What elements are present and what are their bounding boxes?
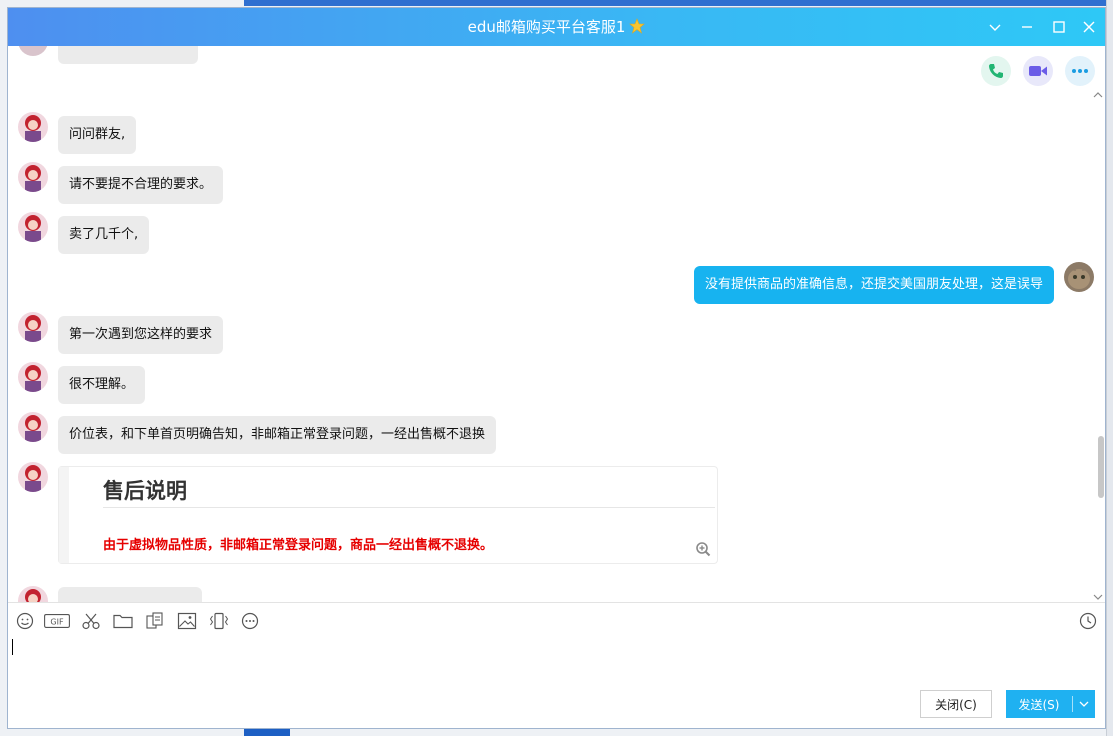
user-avatar[interactable] bbox=[1064, 262, 1094, 292]
chat-window: edu邮箱购买平台客服1 问问群友, 请不要提不合理的要求。 卖了几千个, 没有… bbox=[7, 7, 1106, 729]
gif-label: GIF bbox=[50, 618, 64, 627]
folder-icon bbox=[113, 614, 133, 629]
message-bubble[interactable]: 请不要提不合理的要求。 bbox=[58, 166, 224, 204]
partial-bubble-top bbox=[58, 46, 198, 64]
file-button[interactable] bbox=[112, 611, 134, 631]
message-bubble[interactable]: 价位表，和下单首页明确告知，非邮箱正常登录问题，一经出售概不退换 bbox=[58, 416, 497, 454]
shake-button[interactable] bbox=[208, 611, 230, 631]
card-divider bbox=[103, 507, 715, 508]
zoom-in-icon[interactable] bbox=[695, 541, 711, 557]
emoji-button[interactable] bbox=[16, 611, 34, 631]
video-call-button[interactable] bbox=[1023, 56, 1053, 86]
partial-bubble-bottom bbox=[58, 587, 202, 602]
more-tools-button[interactable] bbox=[240, 611, 260, 631]
agent-avatar[interactable] bbox=[18, 162, 48, 192]
card-left-bar bbox=[59, 467, 69, 563]
message-bubble[interactable]: 很不理解。 bbox=[58, 366, 146, 404]
send-options-dropdown[interactable] bbox=[1073, 700, 1095, 708]
background-window-button bbox=[244, 728, 290, 736]
text-input-caret[interactable] bbox=[12, 639, 13, 655]
call-actions bbox=[981, 56, 1095, 86]
shake-icon bbox=[209, 612, 229, 630]
agent-avatar[interactable] bbox=[18, 462, 48, 492]
voice-call-button[interactable] bbox=[981, 56, 1011, 86]
doc-icon bbox=[146, 612, 163, 629]
send-button[interactable]: 发送(S) bbox=[1006, 690, 1095, 718]
chevron-down-icon[interactable] bbox=[984, 16, 1006, 38]
message-list[interactable]: 问问群友, 请不要提不合理的要求。 卖了几千个, 没有提供商品的准确信息，还提交… bbox=[8, 46, 1105, 602]
agent-avatar[interactable] bbox=[18, 362, 48, 392]
phone-icon bbox=[989, 64, 1003, 78]
card-body: 由于虚拟物品性质，非邮箱正常登录问题，商品一经出售概不退换。 bbox=[103, 538, 494, 553]
scissors-icon bbox=[82, 613, 100, 630]
agent-avatar[interactable] bbox=[18, 212, 48, 242]
more-icon bbox=[241, 612, 259, 630]
more-options-button[interactable] bbox=[1065, 56, 1095, 86]
background-window-strip bbox=[244, 0, 1113, 6]
gif-icon: GIF bbox=[44, 614, 70, 628]
gif-button[interactable]: GIF bbox=[44, 611, 70, 631]
scroll-down-icon[interactable] bbox=[1093, 592, 1103, 602]
star-icon bbox=[629, 18, 646, 34]
minimize-icon[interactable] bbox=[1016, 16, 1038, 38]
title-wrap: edu邮箱购买平台客服1 bbox=[8, 8, 1105, 46]
document-button[interactable] bbox=[144, 611, 166, 631]
image-button[interactable] bbox=[176, 611, 198, 631]
history-clock-icon[interactable] bbox=[1079, 612, 1097, 630]
send-button-label: 发送(S) bbox=[1018, 697, 1060, 712]
image-card[interactable]: 售后说明 由于虚拟物品性质，非邮箱正常登录问题，商品一经出售概不退换。 bbox=[58, 466, 718, 564]
message-bubble[interactable]: 问问群友, bbox=[58, 116, 137, 154]
card-title: 售后说明 bbox=[103, 479, 187, 503]
outgoing-message-bubble[interactable]: 没有提供商品的准确信息，还提交美国朋友处理，这是误导 bbox=[693, 266, 1054, 304]
agent-avatar[interactable] bbox=[18, 586, 48, 602]
window-title: edu邮箱购买平台客服1 bbox=[467, 18, 626, 36]
agent-avatar[interactable] bbox=[18, 312, 48, 342]
screenshot-button[interactable] bbox=[80, 611, 102, 631]
chevron-down-icon bbox=[1079, 701, 1089, 707]
title-bar[interactable]: edu邮箱购买平台客服1 bbox=[8, 8, 1105, 46]
message-bubble[interactable]: 第一次遇到您这样的要求 bbox=[58, 316, 224, 354]
maximize-icon[interactable] bbox=[1048, 16, 1070, 38]
composer-toolbar: GIF bbox=[16, 611, 270, 631]
video-icon bbox=[1029, 66, 1047, 76]
scrollbar-thumb[interactable] bbox=[1098, 436, 1104, 498]
scroll-up-icon[interactable] bbox=[1093, 90, 1103, 100]
composer: GIF 关闭(C) 发送(S) bbox=[8, 602, 1105, 728]
agent-avatar[interactable] bbox=[18, 46, 48, 56]
message-bubble[interactable]: 卖了几千个, bbox=[58, 216, 150, 254]
image-icon bbox=[177, 612, 197, 630]
more-dots-icon bbox=[1072, 69, 1088, 73]
background-window-edge bbox=[1106, 0, 1113, 736]
emoji-icon bbox=[16, 612, 34, 630]
agent-avatar[interactable] bbox=[18, 112, 48, 142]
agent-avatar[interactable] bbox=[18, 412, 48, 442]
close-icon[interactable] bbox=[1078, 16, 1100, 38]
close-button[interactable]: 关闭(C) bbox=[920, 690, 992, 718]
